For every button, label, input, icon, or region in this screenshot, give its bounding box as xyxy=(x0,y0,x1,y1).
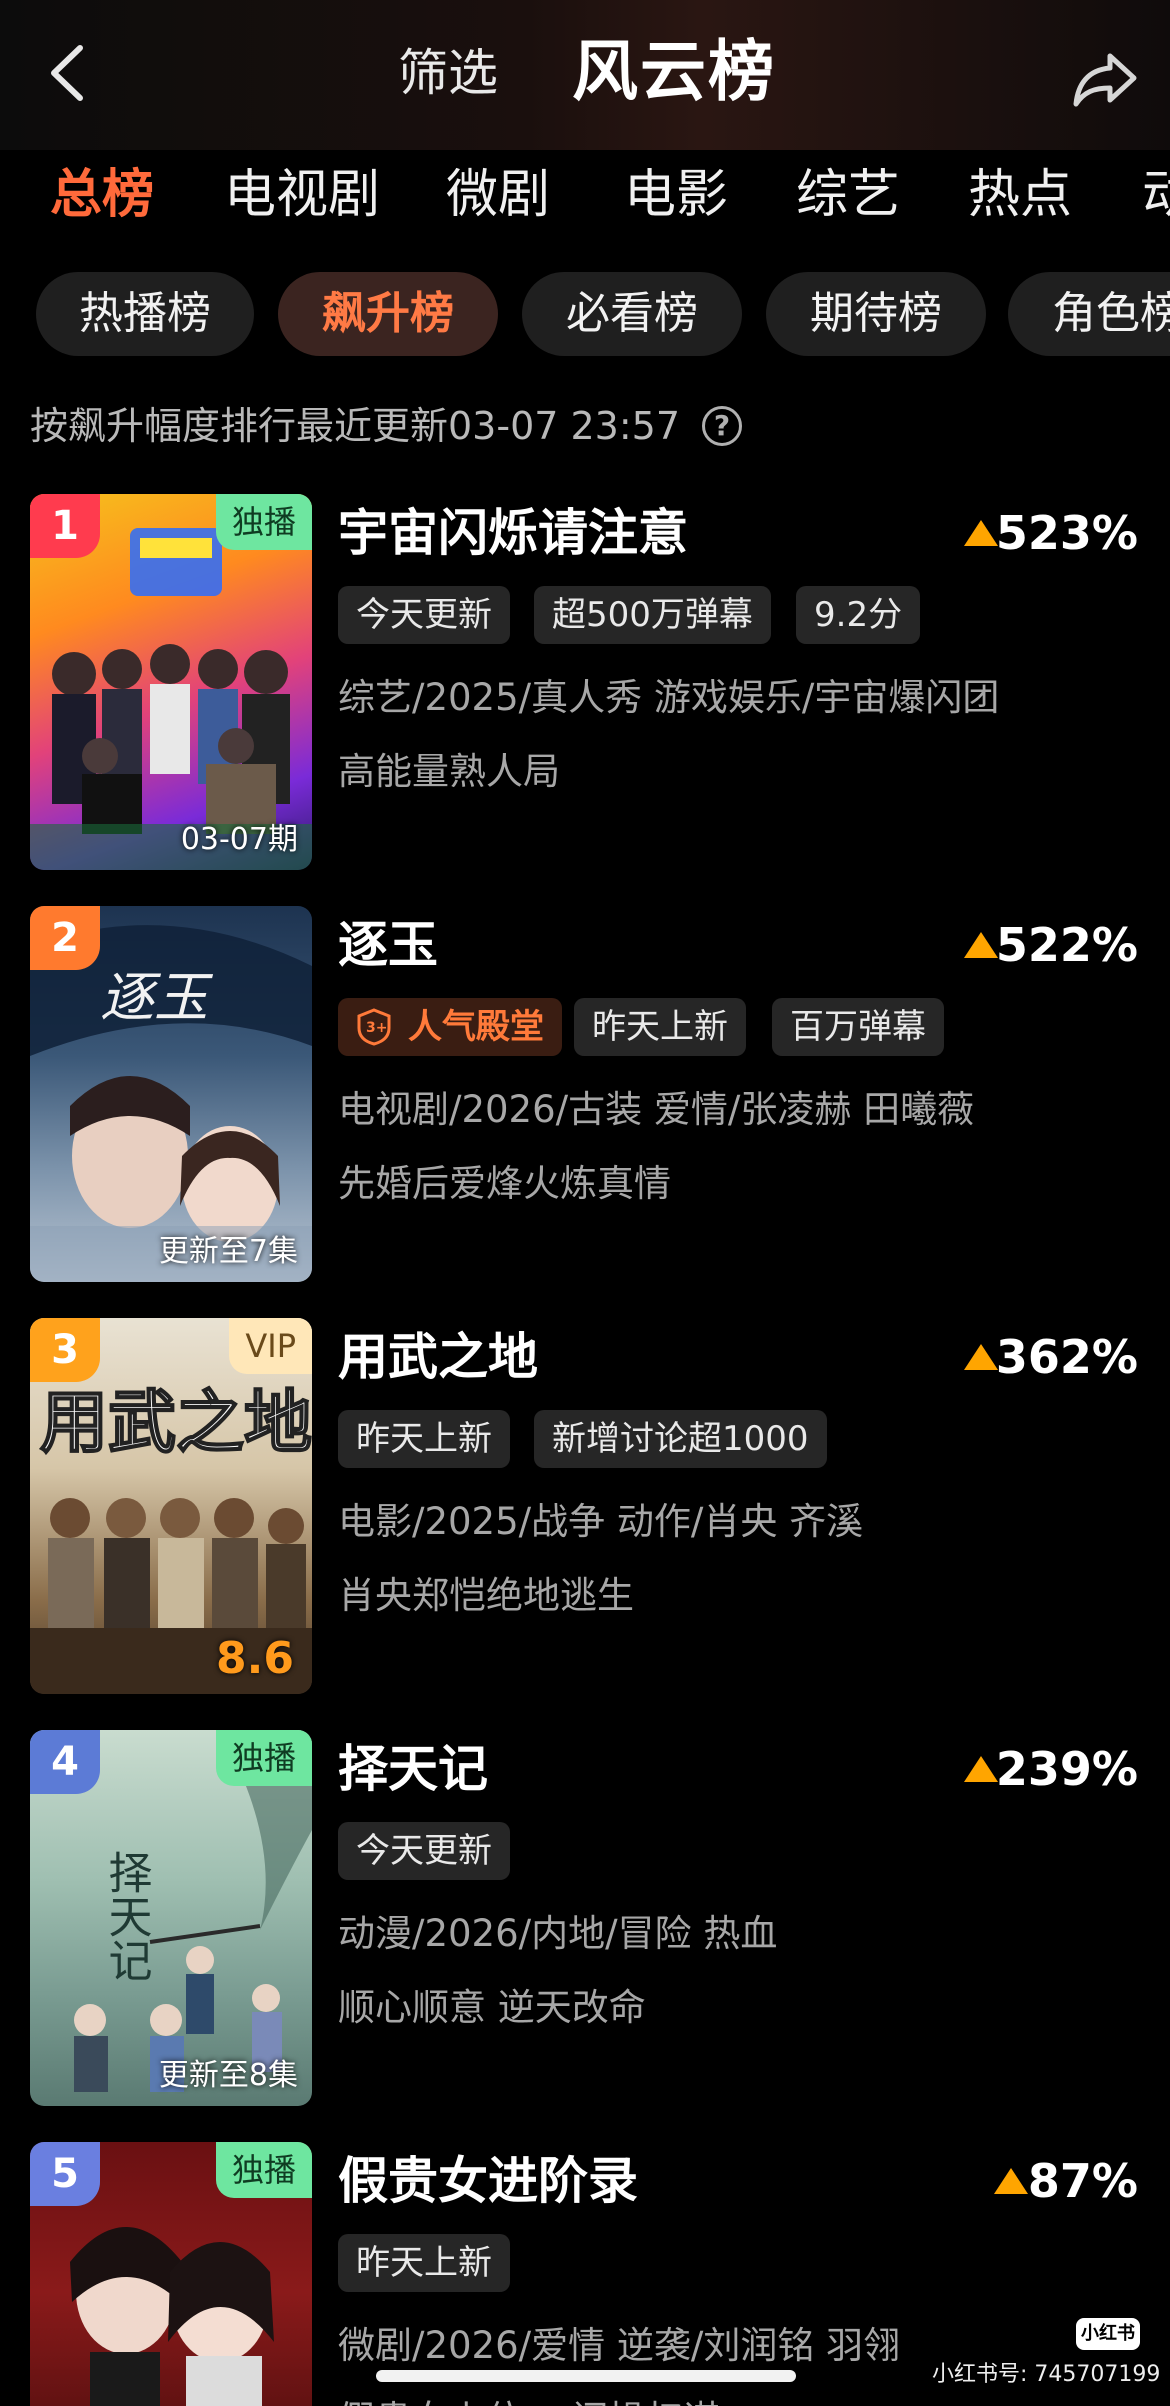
rank-badge: 3 xyxy=(30,1318,100,1382)
rise-percentage: 523% xyxy=(995,506,1138,560)
tab-anime[interactable]: 动 xyxy=(1142,160,1170,230)
rise-percentage: 87% xyxy=(1027,2154,1138,2208)
ranking-item[interactable]: 择天记 4 独播 更新至8集 择天记 239% 今天更新 动漫/2026/内地/… xyxy=(0,1730,1170,2110)
rise-arrow-icon xyxy=(964,1344,998,1370)
ranking-item[interactable]: 1 独播 03-07期 宇宙闪烁请注意 523% 今天更新 超500万弹幕 9.… xyxy=(0,494,1170,874)
poster-image[interactable]: 逐玉 2 更新至7集 xyxy=(30,906,312,1282)
tag: 百万弹幕 xyxy=(772,998,944,1056)
watermark-logo: 小红书 xyxy=(1076,2318,1140,2350)
subtab-character[interactable]: 角色榜 xyxy=(1008,272,1170,356)
episode-caption: 03-07期 xyxy=(180,822,298,857)
poster-image[interactable]: 用武之地 3 VIP 8.6 xyxy=(30,1318,312,1694)
rank-badge: 2 xyxy=(30,906,100,970)
exclusive-badge: 独播 xyxy=(215,2142,312,2198)
svg-text:3+: 3+ xyxy=(366,1020,387,1036)
subtab-rising[interactable]: 飙升榜 xyxy=(278,272,498,356)
item-slogan: 假贵女上位 一问操权谋 xyxy=(338,2392,720,2406)
rise-percentage: 239% xyxy=(995,1742,1138,1796)
home-indicator[interactable] xyxy=(376,2370,796,2382)
tag: 昨天上新 xyxy=(338,1410,510,1468)
exclusive-badge: 独播 xyxy=(215,494,312,550)
subtab-anticipated[interactable]: 期待榜 xyxy=(766,272,986,356)
item-title[interactable]: 用武之地 xyxy=(338,1322,538,1392)
rise-arrow-icon xyxy=(964,932,998,958)
share-icon[interactable] xyxy=(1070,44,1140,114)
exclusive-badge: 独播 xyxy=(215,1730,312,1786)
item-title[interactable]: 逐玉 xyxy=(338,910,438,980)
subtab-must-watch[interactable]: 必看榜 xyxy=(522,272,742,356)
svg-text:逐玉: 逐玉 xyxy=(100,966,214,1029)
subtab-hot-play[interactable]: 热播榜 xyxy=(36,272,254,356)
item-title[interactable]: 宇宙闪烁请注意 xyxy=(338,498,688,568)
ranking-update-info: 按飙升幅度排行最近更新03-07 23:57 xyxy=(30,404,681,448)
tab-overall[interactable]: 总榜 xyxy=(50,160,154,230)
ranking-item[interactable]: 用武之地 3 VIP 8.6 用武之地 362% 昨天上新 新增讨论超1000 … xyxy=(0,1318,1170,1698)
tab-variety[interactable]: 综艺 xyxy=(796,160,900,230)
item-slogan: 顺心顺意 逆天改命 xyxy=(338,1986,646,2029)
item-meta: 电视剧/2026/古装 爱情/张凌赫 田曦薇 xyxy=(338,1088,975,1131)
rise-arrow-icon xyxy=(964,1756,998,1782)
item-slogan: 肖央郑恺绝地逃生 xyxy=(338,1574,634,1617)
filter-button[interactable]: 筛选 xyxy=(398,40,498,106)
rise-arrow-icon xyxy=(994,2168,1028,2194)
svg-text:用武之地: 用武之地 xyxy=(40,1383,312,1463)
tab-micro-drama[interactable]: 微剧 xyxy=(446,160,550,230)
item-title[interactable]: 择天记 xyxy=(338,1734,488,1804)
rank-badge: 5 xyxy=(30,2142,100,2206)
back-arrow-icon[interactable] xyxy=(38,40,104,106)
poster-image[interactable]: 5 独播 xyxy=(30,2142,312,2406)
item-slogan: 先婚后爱烽火炼真情 xyxy=(338,1162,671,1205)
tag: 新增讨论超1000 xyxy=(534,1410,827,1468)
item-meta: 综艺/2025/真人秀 游戏娱乐/宇宙爆闪团 xyxy=(338,676,1000,719)
episode-caption: 更新至7集 xyxy=(158,1234,298,1269)
svg-text:择天记: 择天记 xyxy=(101,1850,152,1982)
rise-percentage: 362% xyxy=(995,1330,1138,1384)
tab-movie[interactable]: 电影 xyxy=(624,160,728,230)
tag: 今天更新 xyxy=(338,586,510,644)
tag: 昨天上新 xyxy=(574,998,746,1056)
item-slogan: 高能量熟人局 xyxy=(338,750,560,793)
category-tabs: 总榜 电视剧 微剧 电影 综艺 热点 动 xyxy=(0,150,1170,240)
ranking-type-tabs: 热播榜 飙升榜 必看榜 期待榜 角色榜 xyxy=(0,272,1170,356)
honor-tag: 3+ 人气殿堂 xyxy=(338,998,562,1056)
poster-image[interactable]: 择天记 4 独播 更新至8集 xyxy=(30,1730,312,2106)
item-meta: 微剧/2026/爱情 逆袭/刘润铭 羽翎 xyxy=(338,2324,901,2367)
tag: 昨天上新 xyxy=(338,2234,510,2292)
episode-caption: 更新至8集 xyxy=(158,2058,298,2093)
honor-tag-label: 人气殿堂 xyxy=(408,1007,544,1047)
rank-badge: 4 xyxy=(30,1730,100,1794)
item-meta: 电影/2025/战争 动作/肖央 齐溪 xyxy=(338,1500,864,1543)
watermark-text: 小红书号: 745707199 xyxy=(932,2362,1161,2387)
shield-icon: 3+ xyxy=(357,1008,391,1046)
tab-trending[interactable]: 热点 xyxy=(968,160,1072,230)
page-title: 风云榜 xyxy=(572,33,776,110)
rank-badge: 1 xyxy=(30,494,100,558)
item-meta: 动漫/2026/内地/冒险 热血 xyxy=(338,1912,778,1955)
poster-image[interactable]: 1 独播 03-07期 xyxy=(30,494,312,870)
tab-tv-series[interactable]: 电视剧 xyxy=(224,160,380,230)
rise-percentage: 522% xyxy=(995,918,1138,972)
help-icon[interactable]: ? xyxy=(702,406,742,446)
ranking-item[interactable]: 逐玉 2 更新至7集 逐玉 522% 3+ 人气殿堂 昨天上新 百万弹幕 电视剧… xyxy=(0,906,1170,1286)
item-title[interactable]: 假贵女进阶录 xyxy=(338,2146,638,2216)
tag: 9.2分 xyxy=(796,586,921,644)
rise-arrow-icon xyxy=(964,520,998,546)
vip-badge: VIP xyxy=(229,1318,312,1374)
tag: 今天更新 xyxy=(338,1822,510,1880)
rating-score: 8.6 xyxy=(216,1633,294,1684)
tag: 超500万弹幕 xyxy=(534,586,771,644)
